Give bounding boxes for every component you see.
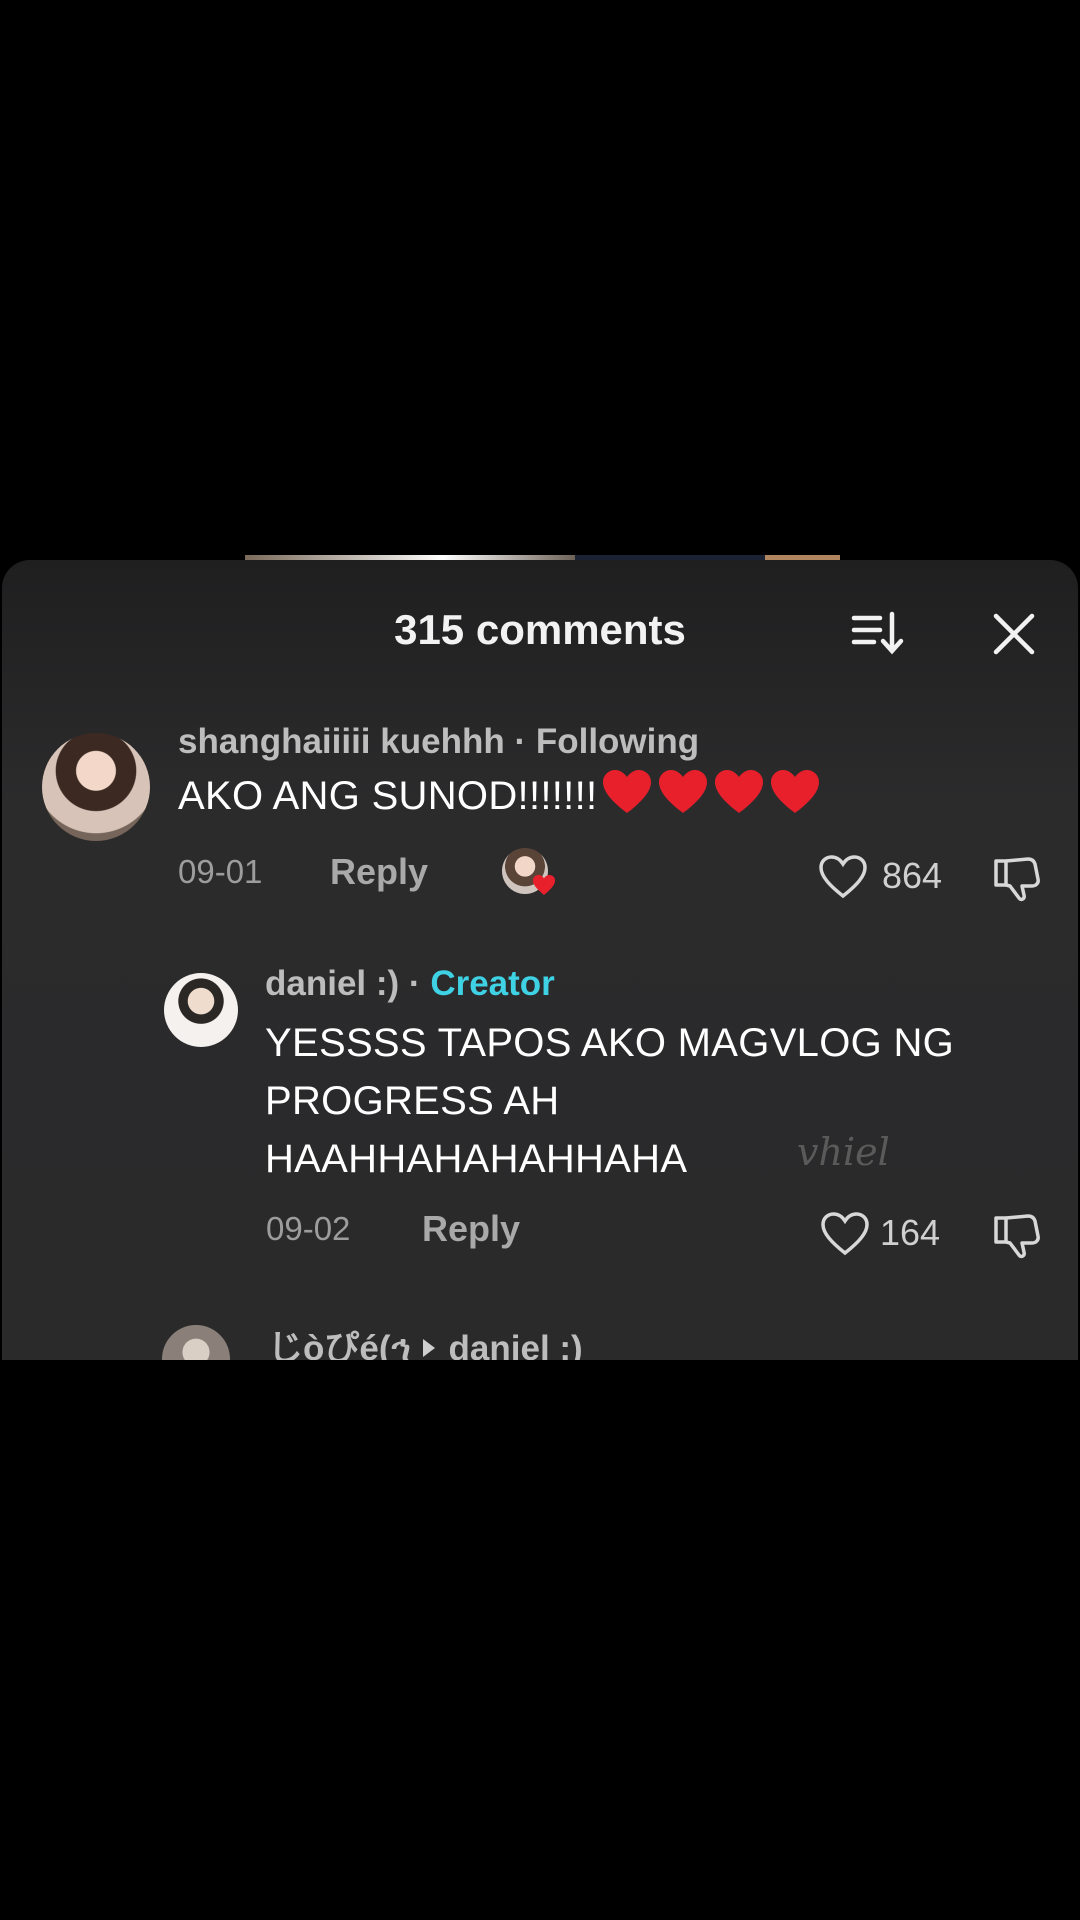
reply-button[interactable]: Reply — [330, 851, 428, 893]
creator-liked-heart-icon — [533, 875, 555, 895]
comments-count-title: 315 comments — [394, 606, 686, 653]
comment-body: AKO ANG SUNOD!!!!!!! — [178, 774, 598, 818]
reply-arrow-icon — [422, 1339, 435, 1357]
sort-icon[interactable] — [850, 610, 904, 656]
comment-author[interactable]: daniel :) · Creator — [265, 964, 555, 1004]
dislike-icon[interactable] — [992, 1210, 1042, 1260]
like-heart-icon[interactable] — [818, 854, 868, 900]
watermark: vhiel — [797, 1130, 890, 1174]
close-icon[interactable] — [992, 612, 1036, 656]
separator: · — [408, 964, 421, 1003]
comment-author[interactable]: shanghaiiiii kuehhh · Following — [178, 722, 699, 762]
comment-text: AKO ANG SUNOD!!!!!!! — [178, 767, 821, 831]
username[interactable]: じòぴé(ኅ — [268, 1329, 411, 1360]
red-heart-icon — [715, 770, 764, 813]
avatar[interactable] — [42, 733, 150, 841]
comments-sheet: 315 comments shanghaiiiii kuehhh · Follo… — [2, 560, 1078, 1360]
following-tag: · Following — [514, 722, 700, 761]
comment-author[interactable]: じòぴé(ኅ daniel :) — [268, 1320, 583, 1360]
comment-line: YESSSS TAPOS AKO MAGVLOG NG — [265, 1021, 955, 1065]
red-heart-icon — [659, 770, 708, 813]
comment-date: 09-02 — [266, 1210, 351, 1247]
like-heart-icon[interactable] — [820, 1211, 870, 1257]
like-count: 864 — [882, 855, 943, 896]
reply-button[interactable]: Reply — [422, 1208, 520, 1250]
dislike-icon[interactable] — [992, 853, 1042, 903]
username[interactable]: shanghaiiiii kuehhh — [178, 722, 505, 761]
comment-line: PROGRESS AH — [265, 1079, 560, 1123]
comment-date: 09-01 — [178, 853, 263, 890]
avatar[interactable] — [164, 973, 238, 1047]
red-heart-icon — [603, 770, 652, 813]
username[interactable]: daniel :) — [265, 964, 399, 1003]
avatar[interactable] — [162, 1325, 230, 1360]
creator-tag: Creator — [430, 964, 555, 1003]
like-count: 164 — [880, 1212, 941, 1253]
reply-to-username[interactable]: daniel :) — [449, 1329, 583, 1360]
heart-emoji-group — [597, 769, 821, 831]
red-heart-icon — [771, 770, 820, 813]
